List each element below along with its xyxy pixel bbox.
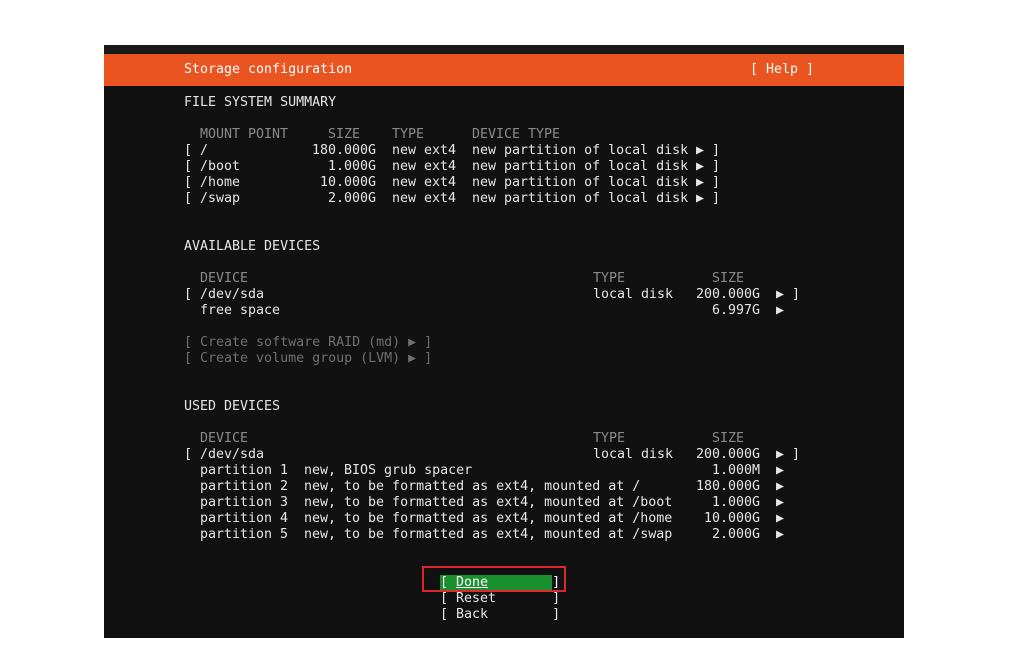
used-col-type: TYPE xyxy=(593,431,626,446)
avail-device-name: /dev/sda xyxy=(200,287,265,302)
fs-row-type: new ext4 xyxy=(392,159,457,174)
partition-name[interactable]: partition 5 xyxy=(200,527,288,543)
fs-row-size: 1.000G xyxy=(327,159,376,174)
used-device-row[interactable]: [ xyxy=(184,447,192,463)
reset-button[interactable]: [ Reset ] xyxy=(440,591,560,607)
fs-summary-heading: FILE SYSTEM SUMMARY xyxy=(184,95,337,110)
fs-row-mount: /home xyxy=(200,175,241,190)
partition-name[interactable]: partition 3 xyxy=(200,495,288,511)
used-heading: USED DEVICES xyxy=(184,399,281,414)
fs-row-open-bracket[interactable]: [ xyxy=(184,191,192,207)
used-device-name: /dev/sda xyxy=(200,447,265,462)
used-device-size: 200.000G xyxy=(696,447,761,462)
partition-name[interactable]: partition 2 xyxy=(200,479,288,495)
fs-row-device-type: new partition of local disk xyxy=(472,175,689,190)
partition-name[interactable]: partition 4 xyxy=(200,511,288,527)
partition-desc: new, to be formatted as ext4, mounted at… xyxy=(304,511,673,526)
fs-row-expand-icon[interactable]: ▶ ] xyxy=(696,175,720,191)
avail-col-type: TYPE xyxy=(593,271,626,286)
fs-row-expand-icon[interactable]: ▶ ] xyxy=(696,143,720,159)
fs-col-type: TYPE xyxy=(392,127,425,142)
partition-size: 1.000M xyxy=(711,463,760,478)
partition-size: 1.000G xyxy=(711,495,760,510)
header-bar: Storage configuration [ Help ] xyxy=(104,54,904,86)
partition-expand-icon[interactable]: ▶ xyxy=(776,479,784,495)
fs-row-device-type: new partition of local disk xyxy=(472,143,689,158)
fs-row-type: new ext4 xyxy=(392,143,457,158)
avail-device-type: local disk xyxy=(593,287,674,302)
avail-device-row[interactable]: [ xyxy=(184,287,192,303)
fs-row-open-bracket[interactable]: [ xyxy=(184,143,192,159)
used-device-type: local disk xyxy=(593,447,674,462)
partition-size: 2.000G xyxy=(711,527,760,542)
fs-row-size: 10.000G xyxy=(319,175,376,190)
fs-col-device-type: DEVICE TYPE xyxy=(472,127,561,142)
fs-row-type: new ext4 xyxy=(392,175,457,190)
top-strip xyxy=(104,45,904,54)
expand-icon[interactable]: ▶ ] xyxy=(776,287,800,303)
available-heading: AVAILABLE DEVICES xyxy=(184,239,321,254)
partition-desc: new, to be formatted as ext4, mounted at… xyxy=(304,527,673,542)
fs-row-type: new ext4 xyxy=(392,191,457,206)
partition-expand-icon[interactable]: ▶ xyxy=(776,511,784,527)
fs-row-expand-icon[interactable]: ▶ ] xyxy=(696,159,720,175)
free-space-label: free space xyxy=(200,303,281,318)
installer-screen: Storage configuration [ Help ] FILE SYST… xyxy=(104,45,904,638)
free-space-size: 6.997G xyxy=(712,303,761,318)
fs-row-device-type: new partition of local disk xyxy=(472,191,689,206)
partition-size: 180.000G xyxy=(695,479,760,494)
avail-col-device: DEVICE xyxy=(200,271,249,286)
fs-col-size: SIZE xyxy=(328,127,361,142)
fs-col-mount: MOUNT POINT xyxy=(200,127,289,142)
fs-row-mount: /swap xyxy=(200,191,241,206)
partition-expand-icon[interactable]: ▶ xyxy=(776,527,784,543)
fs-row-mount: / xyxy=(200,143,209,158)
partition-size: 10.000G xyxy=(703,511,760,526)
create-raid-button: [ Create software RAID (md) ▶ ] xyxy=(184,335,433,350)
fs-row-open-bracket[interactable]: [ xyxy=(184,159,192,175)
partition-name[interactable]: partition 1 xyxy=(200,463,288,479)
partition-desc: new, to be formatted as ext4, mounted at… xyxy=(304,495,673,510)
used-col-device: DEVICE xyxy=(200,431,249,446)
partition-expand-icon[interactable]: ▶ xyxy=(776,463,784,479)
fs-row-mount: /boot xyxy=(200,159,241,174)
used-col-size: SIZE xyxy=(712,431,745,446)
avail-device-size: 200.000G xyxy=(696,287,761,302)
partition-expand-icon[interactable]: ▶ xyxy=(776,495,784,511)
partition-desc: new, BIOS grub spacer xyxy=(304,463,473,478)
create-lvm-button: [ Create volume group (LVM) ▶ ] xyxy=(184,351,433,366)
back-button[interactable]: [ Back ] xyxy=(440,607,560,623)
fs-row-device-type: new partition of local disk xyxy=(472,159,689,174)
fs-row-open-bracket[interactable]: [ xyxy=(184,175,192,191)
fs-row-expand-icon[interactable]: ▶ ] xyxy=(696,191,720,207)
page-title: Storage configuration xyxy=(184,62,353,77)
fs-row-size: 180.000G xyxy=(311,143,376,158)
used-expand-icon[interactable]: ▶ ] xyxy=(776,447,800,463)
done-button[interactable]: [ Done ] xyxy=(440,575,560,591)
free-space-expand-icon[interactable]: ▶ xyxy=(776,303,784,319)
avail-col-size: SIZE xyxy=(712,271,745,286)
fs-row-size: 2.000G xyxy=(327,191,376,206)
partition-desc: new, to be formatted as ext4, mounted at… xyxy=(304,479,641,494)
help-button[interactable]: [ Help ] xyxy=(750,62,814,77)
